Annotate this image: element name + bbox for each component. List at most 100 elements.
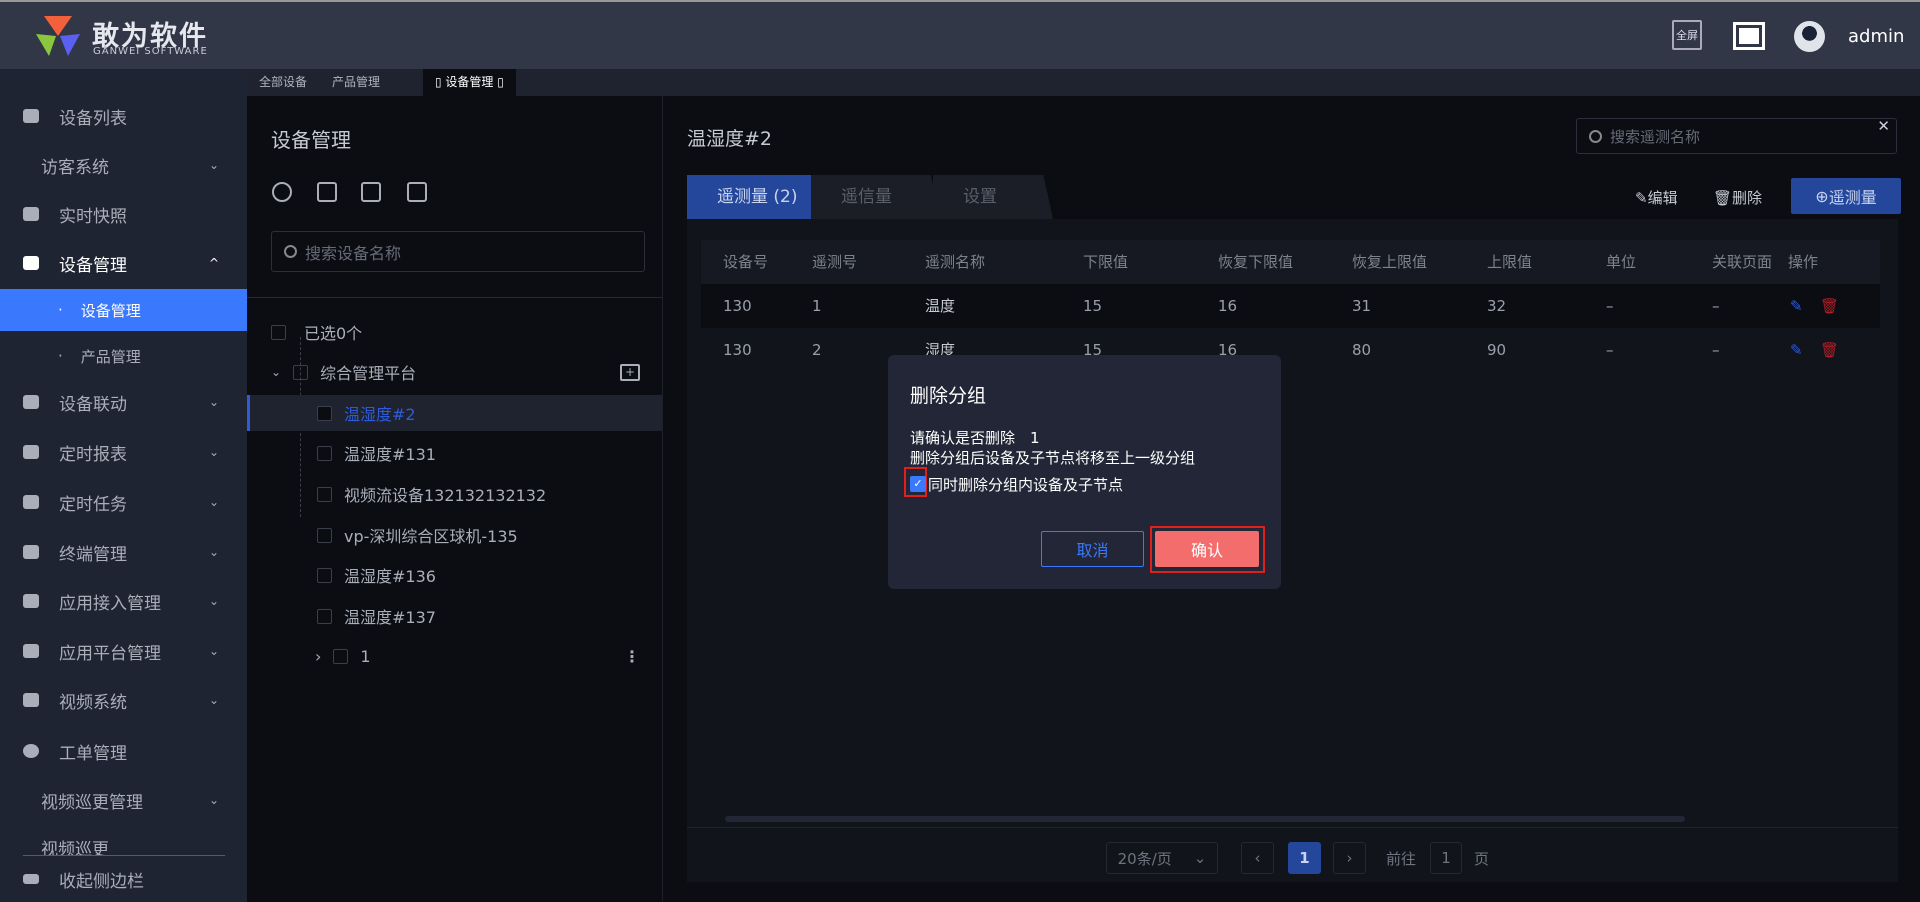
page-1-button[interactable]: 1 [1288, 842, 1321, 874]
task-icon [23, 495, 39, 509]
trash-icon[interactable]: 🗑︎ [1820, 284, 1839, 328]
sidebar-item-video-patrol-management[interactable]: 视频巡更管理 ⌄ [0, 778, 247, 822]
edit-icon[interactable]: ✎ [1790, 328, 1803, 372]
label: 应用接入管理 [59, 593, 161, 614]
avatar[interactable] [1794, 21, 1825, 52]
close-icon[interactable]: ✕ [1877, 117, 1890, 135]
sidebar-sub-device-management[interactable]: · 设备管理 [0, 289, 247, 331]
chevron-right-icon[interactable]: › [315, 647, 321, 666]
pagination: 20条/页 ⌄ ‹ 1 › 前往 1 页 [687, 827, 1898, 882]
trash-icon: 🗑︎ [1713, 189, 1733, 207]
chevron-down-icon: ⌄ [208, 495, 219, 509]
table-cell: – [1712, 297, 1720, 315]
checkbox[interactable] [317, 527, 332, 543]
tree-item[interactable]: 温湿度#2 [247, 395, 662, 431]
collapse-sidebar-button[interactable]: 收起侧边栏 [0, 857, 247, 901]
column-header: 恢复下限值 [1218, 253, 1294, 271]
device-search-input[interactable]: 搜索设备名称 [271, 231, 645, 272]
tree-item[interactable]: 温湿度#137 [247, 598, 662, 634]
delete-button[interactable]: 🗑︎删除 [1713, 187, 1762, 208]
edit-icon[interactable] [407, 182, 427, 202]
search-icon [284, 245, 297, 258]
prev-page-button[interactable]: ‹ [1241, 842, 1274, 874]
tab-telemetry[interactable]: 遥测量 (2) [687, 175, 829, 219]
export-icon[interactable] [317, 182, 337, 202]
table-row: 130 2 湿度 15 16 80 90– – ✎ 🗑︎ [701, 328, 1880, 372]
divider [23, 855, 225, 856]
label: 定时报表 [59, 444, 127, 465]
clock-icon [23, 445, 39, 459]
cancel-button[interactable]: 取消 [1041, 531, 1144, 567]
tab-product-management[interactable]: 产品管理 [320, 69, 392, 96]
label: 设备联动 [59, 394, 127, 415]
horizontal-scrollbar[interactable] [725, 816, 1685, 822]
telemetry-search-input[interactable]: 搜索遥测名称 ✕ [1576, 117, 1897, 154]
label: 应用平台管理 [59, 643, 161, 664]
checkbox[interactable] [271, 324, 286, 340]
sidebar-item-video[interactable]: 视频系统 ⌄ [0, 678, 247, 722]
table-cell: 90 [1487, 341, 1507, 359]
tab-telesignal[interactable]: 遥信量 (0) [811, 175, 941, 219]
tree-item[interactable]: 温湿度#131 [247, 435, 662, 471]
more-icon[interactable]: ⋮ [624, 647, 640, 666]
tab-settings[interactable]: 设置 (2) [933, 175, 1053, 219]
sidebar-item-report[interactable]: 定时报表 ⌄ [0, 430, 247, 474]
username[interactable]: admin [1848, 26, 1904, 47]
next-page-button[interactable]: › [1333, 842, 1366, 874]
tab-device-management[interactable]: ▯ 设备管理 ▯ [423, 69, 516, 96]
sidebar-item-video-patrol[interactable]: 视频巡更 [0, 829, 247, 855]
sidebar-item-app-access[interactable]: 应用接入管理 ⌄ [0, 579, 247, 623]
confirm-button[interactable]: 确认 [1155, 531, 1259, 567]
trash-icon[interactable]: 🗑︎ [1820, 328, 1839, 372]
tree-group[interactable]: › 1 ⋮ [247, 638, 662, 674]
sidebar-item-task[interactable]: 定时任务 ⌄ [0, 480, 247, 524]
checkbox[interactable] [317, 405, 332, 421]
sidebar-item-snapshot[interactable]: 实时快照 [0, 192, 247, 236]
delete-children-checkbox[interactable]: ✓ [910, 476, 926, 492]
sidebar-item-workorder[interactable]: 工单管理 [0, 729, 247, 773]
label: 视频流设备132132132132 [344, 486, 547, 505]
import-icon[interactable] [361, 182, 381, 202]
checkbox[interactable] [333, 648, 349, 664]
label: 遥测量 [1828, 188, 1877, 207]
tree-item[interactable]: vp-深圳综合区球机-135 [247, 517, 662, 553]
table-header: 设备号 遥测号 遥测名称 下限值 恢复下限值 恢复上限值 上限值 单位 关联页面 操作 [701, 240, 1880, 284]
page-suffix: 页 [1474, 849, 1490, 868]
sidebar-sub-product-management[interactable]: · 产品管理 [0, 335, 247, 377]
fullscreen-button[interactable]: 全屏 [1672, 20, 1702, 50]
screen-icon[interactable] [1733, 22, 1765, 50]
logo-icon [36, 16, 80, 56]
table-row: 130 1 温度 15 16 31 32 – – ✎ 🗑︎ [701, 284, 1880, 328]
label: 工单管理 [59, 743, 127, 764]
checkbox[interactable] [317, 567, 332, 583]
sidebar-item-device-list[interactable]: 设备列表 [0, 94, 247, 138]
tab-all-devices[interactable]: 全部设备 [247, 69, 319, 96]
placeholder: 搜索遥测名称 [1610, 127, 1701, 146]
checkbox[interactable] [317, 445, 332, 461]
add-telemetry-button[interactable]: ⊕ 遥测量 [1791, 178, 1901, 214]
tree-item[interactable]: 视频流设备132132132132 [247, 476, 662, 512]
sidebar-item-terminal[interactable]: 终端管理 ⌄ [0, 530, 247, 574]
add-folder-icon[interactable]: + [620, 363, 640, 381]
table-cell: 130 [723, 341, 752, 359]
sidebar-item-app-platform[interactable]: 应用平台管理 ⌄ [0, 629, 247, 673]
select-all-row[interactable]: 已选0个 [247, 314, 662, 350]
page-size-select[interactable]: 20条/页 ⌄ [1106, 842, 1218, 874]
label: 综合管理平台 [320, 364, 417, 383]
label: 温湿度#2 [344, 405, 416, 424]
column-header: 遥测名称 [925, 253, 986, 271]
sidebar-item-device-management[interactable]: 设备管理 ^ [0, 241, 247, 285]
checkbox-label[interactable]: 同时删除分组内设备及子节点 [928, 474, 1123, 495]
edit-button[interactable]: ✎编辑 [1635, 187, 1678, 208]
sidebar-item-visitor[interactable]: 访客系统 ⌄ [0, 143, 247, 187]
tree-root[interactable]: ⌄ 综合管理平台 + [247, 354, 662, 390]
tree-item[interactable]: 温湿度#136 [247, 557, 662, 593]
checkbox[interactable] [317, 608, 332, 624]
chevron-down-icon[interactable]: ⌄ [271, 365, 281, 379]
edit-icon[interactable]: ✎ [1790, 284, 1803, 328]
checkbox[interactable] [317, 486, 332, 502]
column-header: 下限值 [1083, 253, 1129, 271]
sidebar-item-linkage[interactable]: 设备联动 ⌄ [0, 380, 247, 424]
goto-page-input[interactable]: 1 [1430, 842, 1462, 874]
add-circle-icon[interactable] [272, 182, 292, 202]
